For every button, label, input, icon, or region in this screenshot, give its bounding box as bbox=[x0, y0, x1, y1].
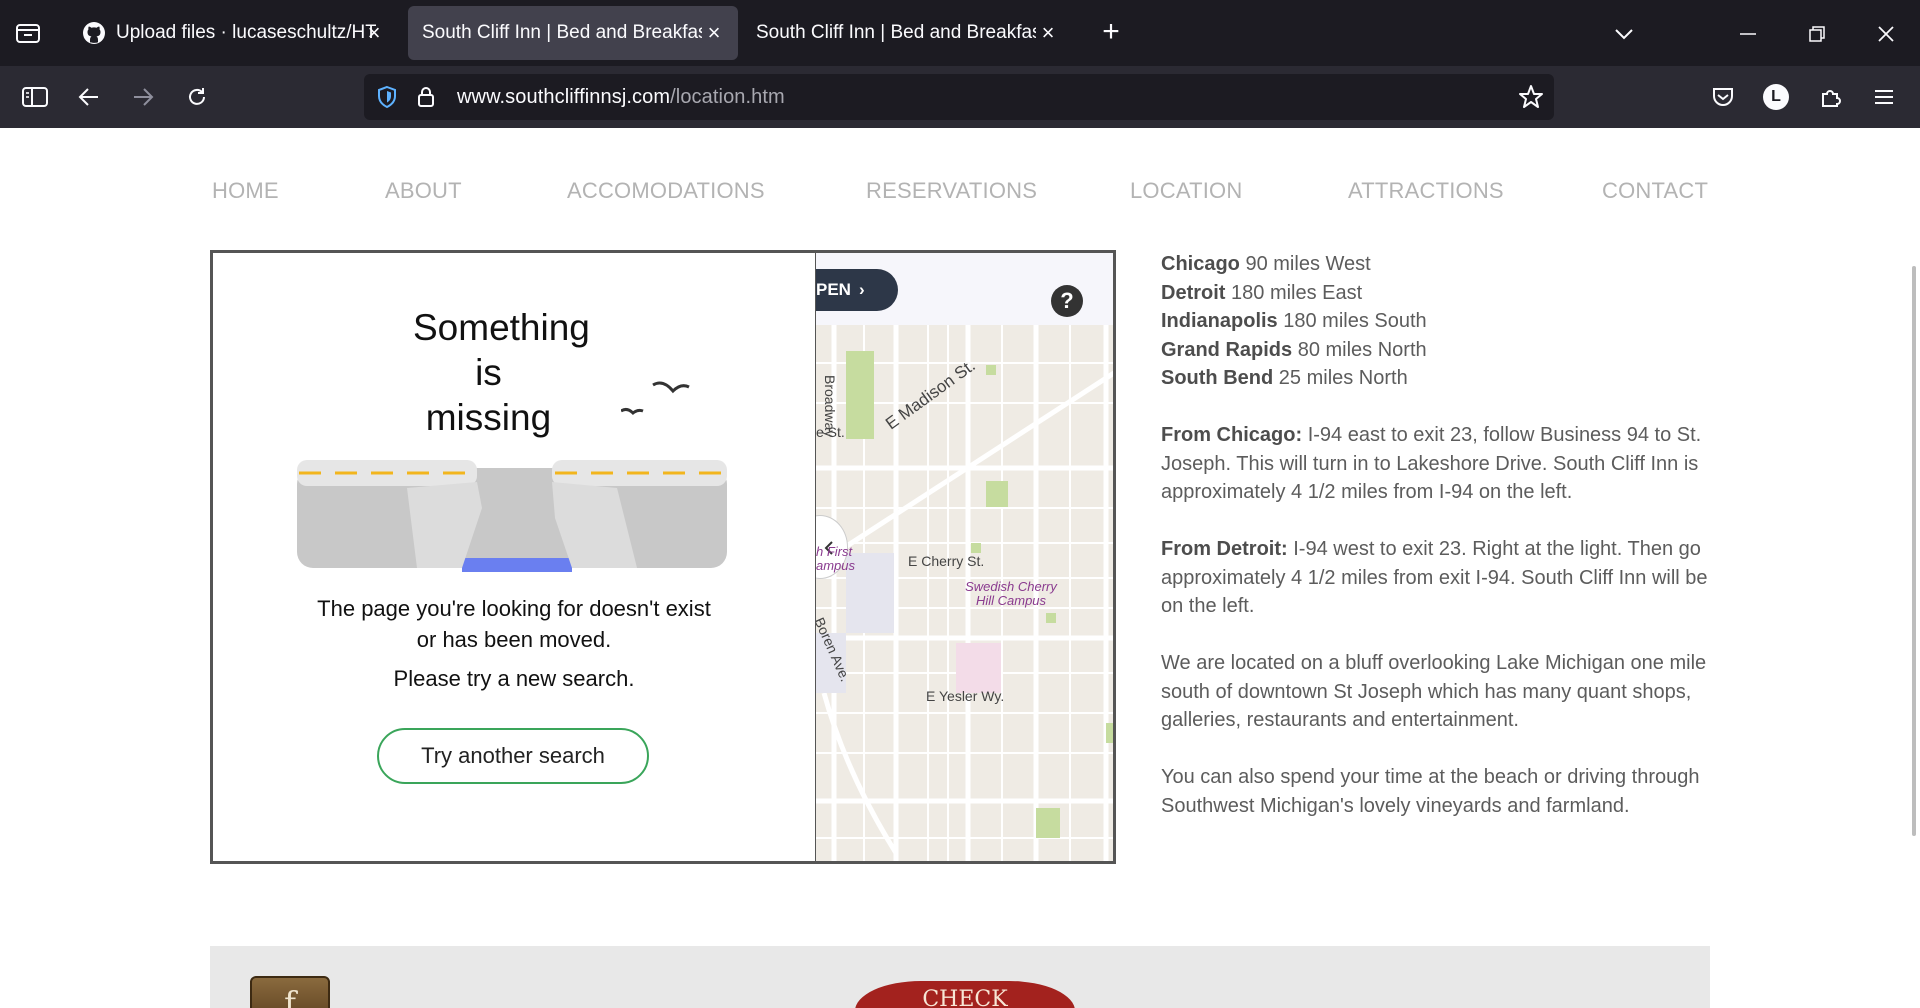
sidebar-toggle-icon[interactable] bbox=[16, 78, 54, 116]
site-navigation: HOME ABOUT ACCOMODATIONS RESERVATIONS LO… bbox=[212, 178, 1712, 208]
broken-road-illustration bbox=[297, 460, 727, 572]
map-tiles[interactable]: PEN › ? Broadway E Madison St. e St. h Fi… bbox=[815, 253, 1113, 861]
try-another-search-button[interactable]: Try another search bbox=[377, 728, 649, 784]
account-avatar[interactable]: L bbox=[1757, 78, 1795, 116]
map-label-first-campus: h First ampus bbox=[816, 544, 856, 573]
footer-band: f CHECK bbox=[210, 946, 1710, 1008]
city-distance: 25 miles North bbox=[1278, 367, 1408, 389]
city-distance: 80 miles North bbox=[1297, 338, 1427, 361]
city-distance: 90 miles West bbox=[1245, 253, 1371, 275]
city-distance: 180 miles East bbox=[1231, 281, 1363, 304]
tab-title: South Cliff Inn | Bed and Breakfast | bbox=[756, 22, 1036, 43]
reload-icon[interactable] bbox=[178, 78, 216, 116]
map-label-swedish-campus: Swedish Cherry Hill Campus bbox=[965, 579, 1057, 608]
distance-list: Chicago 90 miles West Detroit 180 miles … bbox=[1161, 250, 1721, 393]
map-label-e-yesler: E Yesler Wy. bbox=[926, 688, 1005, 704]
embedded-map: Something is missing The page you're loo… bbox=[210, 250, 1116, 864]
error-title-line: Something bbox=[413, 307, 590, 348]
tab-south-cliff-inn-active[interactable]: South Cliff Inn | Bed and Breakfast | × bbox=[408, 6, 738, 60]
url-domain: www.southcliffinnsj.com bbox=[457, 86, 671, 108]
map-error-panel: Something is missing The page you're loo… bbox=[213, 253, 815, 861]
city-name: South Bend bbox=[1161, 367, 1274, 389]
restore-window-icon[interactable] bbox=[1797, 14, 1837, 54]
address-bar[interactable]: www.southcliffinnsj.com/location.htm bbox=[364, 74, 1554, 120]
directions-label: From Detroit: bbox=[1161, 538, 1288, 560]
facebook-icon[interactable]: f bbox=[250, 976, 330, 1008]
city-name: Chicago bbox=[1161, 253, 1240, 275]
tab-upload-files[interactable]: Upload files · lucaseschultz/HTM × bbox=[68, 6, 398, 60]
city-name: Detroit bbox=[1161, 281, 1226, 304]
error-title-line: is bbox=[475, 352, 502, 393]
url-text[interactable]: www.southcliffinnsj.com/location.htm bbox=[457, 86, 785, 109]
back-icon[interactable] bbox=[70, 78, 108, 116]
url-path: /location.htm bbox=[670, 86, 785, 108]
birds-illustration bbox=[621, 381, 690, 416]
error-message-text: The page you're looking for doesn't exis… bbox=[317, 596, 711, 652]
pocket-icon[interactable] bbox=[1704, 78, 1742, 116]
tab-title: South Cliff Inn | Bed and Breakfast | bbox=[422, 22, 702, 43]
chevron-right-icon: › bbox=[858, 280, 865, 299]
distance-item: South Bend 25 miles North bbox=[1161, 367, 1408, 389]
location-description: We are located on a bluff overlooking La… bbox=[1161, 652, 1707, 731]
city-distance: 180 miles South bbox=[1283, 310, 1427, 332]
distance-item: Detroit 180 miles East bbox=[1161, 282, 1362, 304]
lock-icon[interactable] bbox=[416, 85, 436, 114]
open-map-label: PEN bbox=[816, 280, 851, 299]
nav-link-contact[interactable]: CONTACT bbox=[1602, 178, 1708, 204]
distance-item: Chicago 90 miles West bbox=[1161, 253, 1371, 275]
error-message: The page you're looking for doesn't exis… bbox=[213, 593, 815, 655]
location-directions: Chicago 90 miles West Detroit 180 miles … bbox=[1161, 250, 1721, 849]
page-scrollbar[interactable] bbox=[1912, 266, 1916, 836]
minimize-window-icon[interactable] bbox=[1728, 14, 1768, 54]
help-icon[interactable]: ? bbox=[1051, 285, 1083, 317]
github-icon bbox=[82, 21, 106, 45]
directions-from-chicago: From Chicago: I-94 east to exit 23, foll… bbox=[1161, 421, 1721, 507]
error-message-secondary: Please try a new search. bbox=[393, 666, 635, 691]
bookmark-star-icon[interactable] bbox=[1518, 84, 1544, 115]
tab-south-cliff-inn[interactable]: South Cliff Inn | Bed and Breakfast | × bbox=[742, 6, 1072, 60]
close-tab-icon[interactable]: × bbox=[1036, 20, 1060, 45]
tab-title: Upload files · lucaseschultz/HTM bbox=[116, 22, 376, 43]
check-availability-button[interactable]: CHECK bbox=[855, 981, 1075, 1008]
forward-icon[interactable] bbox=[124, 78, 162, 116]
distance-item: Grand Rapids 80 miles North bbox=[1161, 339, 1427, 361]
nav-link-location[interactable]: LOCATION bbox=[1130, 178, 1242, 204]
city-name: Grand Rapids bbox=[1161, 338, 1293, 361]
directions-label: From Chicago: bbox=[1161, 424, 1303, 446]
nav-link-about[interactable]: ABOUT bbox=[385, 178, 462, 204]
map-label-e-st: e St. bbox=[816, 424, 845, 440]
tab-list-icon[interactable] bbox=[14, 20, 42, 46]
web-page: HOME ABOUT ACCOMODATIONS RESERVATIONS LO… bbox=[0, 128, 1920, 1008]
avatar-letter: L bbox=[1763, 84, 1789, 110]
list-all-tabs-icon[interactable] bbox=[1604, 14, 1644, 54]
close-tab-icon[interactable]: × bbox=[362, 20, 386, 45]
nav-link-attractions[interactable]: ATTRACTIONS bbox=[1348, 178, 1504, 204]
browser-tab-bar: Upload files · lucaseschultz/HTM × South… bbox=[0, 0, 1920, 66]
new-tab-button[interactable]: + bbox=[1096, 17, 1126, 48]
error-title-line: missing bbox=[425, 397, 552, 438]
nav-link-accomodations[interactable]: ACCOMODATIONS bbox=[567, 178, 765, 204]
close-tab-icon[interactable]: × bbox=[702, 20, 726, 45]
nav-link-home[interactable]: HOME bbox=[212, 178, 279, 204]
error-title: Something is missing bbox=[413, 305, 590, 440]
app-menu-icon[interactable] bbox=[1865, 78, 1903, 116]
open-map-button[interactable]: PEN › bbox=[816, 269, 898, 311]
directions-from-detroit: From Detroit: I-94 west to exit 23. Righ… bbox=[1161, 535, 1721, 621]
browser-nav-bar: www.southcliffinnsj.com/location.htm L bbox=[0, 66, 1920, 128]
extensions-icon[interactable] bbox=[1811, 78, 1849, 116]
tracking-protection-shield-icon[interactable] bbox=[376, 85, 398, 114]
activities-description: You can also spend your time at the beac… bbox=[1161, 766, 1700, 817]
distance-item: Indianapolis 180 miles South bbox=[1161, 310, 1427, 332]
nav-link-reservations[interactable]: RESERVATIONS bbox=[866, 178, 1037, 204]
city-name: Indianapolis bbox=[1161, 310, 1278, 332]
map-label-e-cherry: E Cherry St. bbox=[908, 553, 985, 569]
close-window-icon[interactable] bbox=[1866, 14, 1906, 54]
